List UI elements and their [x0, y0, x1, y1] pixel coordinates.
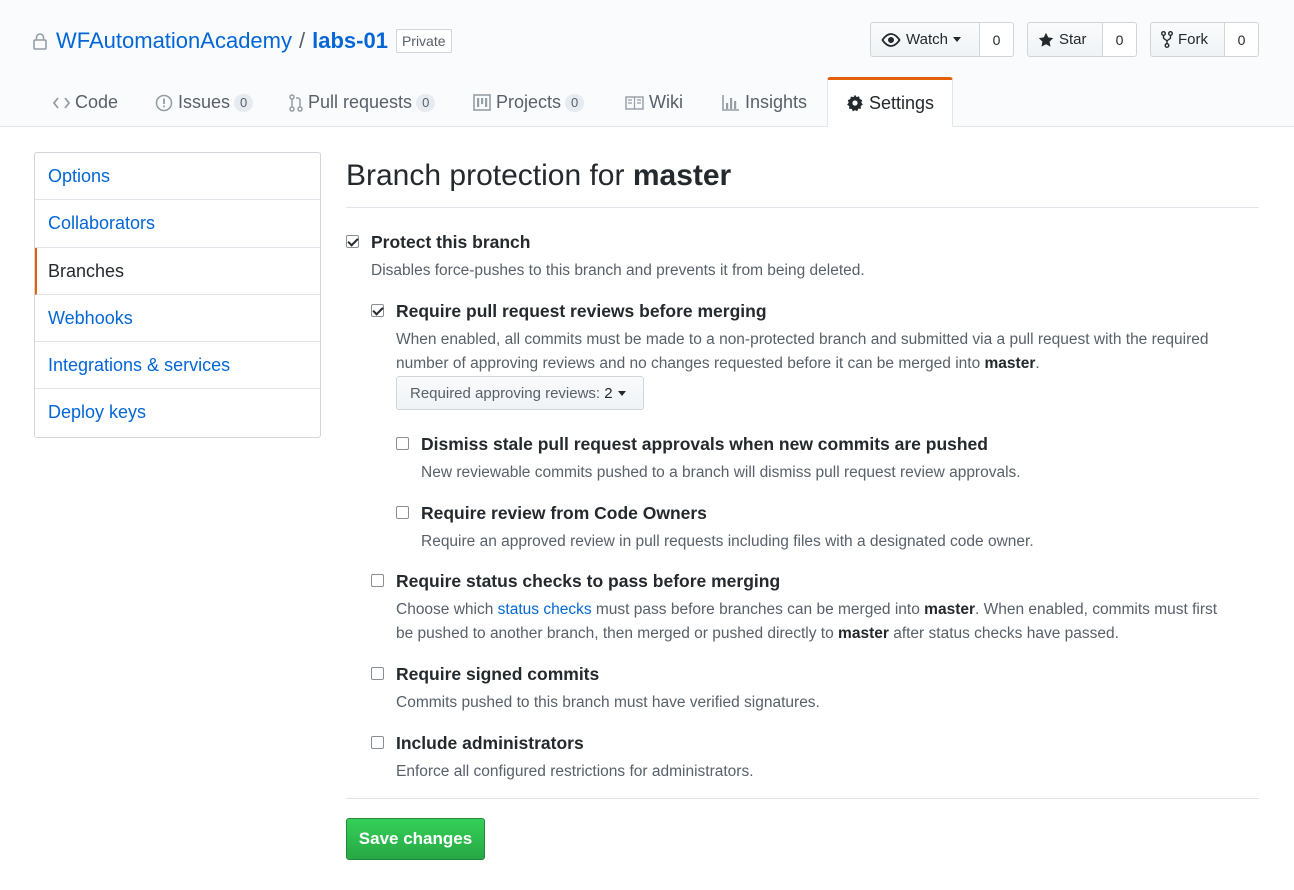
tab-insights[interactable]: Insights [722, 78, 807, 127]
option-label: Include administrators [396, 733, 584, 753]
sidebar-item-branches[interactable]: Branches [35, 247, 320, 295]
star-icon [1038, 32, 1054, 47]
tab-label: Settings [869, 92, 935, 113]
gear-icon [846, 94, 864, 112]
chevron-down-icon [952, 37, 961, 42]
watch-label: Watch [906, 31, 948, 48]
page-title-prefix: Branch protection for [346, 159, 625, 192]
tab-label: Insights [745, 92, 808, 112]
code-icon [53, 96, 70, 110]
option-label: Require signed commits [396, 664, 600, 684]
eye-icon [881, 32, 901, 47]
page-subhead: Branch protection for master [346, 152, 1259, 208]
tab-settings[interactable]: Settings [827, 77, 954, 127]
tab-wiki[interactable]: Wiki [625, 78, 683, 127]
lock-icon [33, 32, 47, 50]
pull-requests-counter: 0 [416, 93, 436, 112]
option-note: Enforce all configured restrictions for … [396, 763, 754, 780]
star-count[interactable]: 0 [1103, 22, 1137, 57]
watch-button[interactable]: Watch [870, 22, 980, 57]
sidebar-item-webhooks[interactable]: Webhooks [35, 295, 320, 343]
note-text: Choose which [396, 601, 494, 618]
option-note: Commits pushed to this branch must have … [396, 694, 820, 711]
tab-issues[interactable]: Issues 0 [155, 78, 254, 127]
tab-label: Wiki [649, 92, 683, 112]
graph-icon [722, 94, 740, 111]
status-checks-link[interactable]: status checks [498, 601, 592, 618]
projects-counter: 0 [565, 93, 585, 112]
issue-icon [155, 94, 173, 112]
tab-projects[interactable]: Projects 0 [473, 78, 585, 127]
note-branch: master [924, 601, 976, 618]
code-owners-checkbox[interactable] [396, 506, 409, 519]
note-text: be pushed to another branch, then merged… [396, 625, 834, 642]
option-label: Require status checks to pass before mer… [396, 571, 781, 591]
note-text: must pass before branches can be merged … [595, 601, 920, 618]
note-text: after status checks have passed. [893, 625, 1119, 642]
select-prefix: Required approving reviews: [410, 384, 601, 402]
repo-name-link[interactable]: labs-01 [312, 28, 388, 54]
repo-owner-link[interactable]: WFAutomationAcademy [56, 28, 292, 54]
option-note: When enabled, all commits must be made t… [396, 328, 1208, 376]
fork-button[interactable]: Fork [1150, 22, 1225, 57]
fork-label: Fork [1178, 31, 1208, 48]
note-punct: . [1035, 355, 1040, 372]
note-line: When enabled, all commits must be made t… [396, 331, 1209, 348]
fork-icon [1161, 31, 1173, 48]
status-checks-checkbox[interactable] [371, 574, 384, 587]
sidebar-item-deploy-keys[interactable]: Deploy keys [35, 389, 320, 436]
page-title-branch: master [632, 159, 732, 192]
divider [346, 798, 1259, 799]
protect-branch-checkbox[interactable] [346, 235, 359, 248]
issues-counter: 0 [234, 93, 254, 112]
include-admins-checkbox[interactable] [371, 736, 384, 749]
page-title: Branch protection for master [346, 152, 1259, 193]
option-label: Require pull request reviews before merg… [396, 301, 767, 321]
tab-pull-requests[interactable]: Pull requests 0 [289, 78, 436, 127]
select-value: 2 [604, 384, 613, 402]
sidebar-item-integrations[interactable]: Integrations & services [35, 342, 320, 390]
sidebar-item-options[interactable]: Options [35, 153, 320, 201]
settings-sidebar: Options Collaborators Branches Webhooks … [34, 152, 321, 438]
tab-label: Code [75, 92, 119, 112]
tab-label: Issues [178, 92, 231, 112]
chevron-down-icon [617, 390, 626, 396]
path-separator: / [298, 28, 306, 53]
note-text: . When enabled, commits must first [975, 601, 1218, 618]
option-label: Require review from Code Owners [421, 503, 707, 523]
book-icon [625, 95, 644, 110]
require-reviews-checkbox[interactable] [371, 304, 384, 317]
watch-count[interactable]: 0 [980, 22, 1014, 57]
repo-header: WFAutomationAcademy / labs-01 Private Wa… [0, 0, 1294, 127]
option-label: Dismiss stale pull request approvals whe… [421, 434, 988, 454]
note-branch: master [838, 625, 889, 642]
tab-label: Projects [496, 92, 562, 112]
repo-title: WFAutomationAcademy / labs-01 Private [33, 26, 452, 56]
dismiss-stale-checkbox[interactable] [396, 437, 409, 450]
star-group: Star 0 [1027, 22, 1137, 57]
signed-commits-checkbox[interactable] [371, 667, 384, 680]
option-note: Choose which status checks must pass bef… [396, 598, 1217, 646]
project-icon [473, 94, 491, 111]
pull-request-icon [289, 93, 303, 112]
save-changes-button[interactable]: Save changes [346, 818, 485, 860]
watch-group: Watch 0 [870, 22, 1014, 57]
main-content: Branch protection for master [346, 152, 1259, 208]
approving-reviews-select[interactable]: Required approving reviews: 2 [396, 376, 644, 410]
tab-label: Pull requests [308, 92, 413, 112]
star-label: Star [1059, 31, 1087, 48]
option-note: Require an approved review in pull reque… [421, 533, 1034, 550]
sidebar-item-collaborators[interactable]: Collaborators [35, 200, 320, 248]
option-label: Protect this branch [371, 232, 531, 252]
note-line: number of approving reviews and no chang… [396, 355, 981, 372]
star-button[interactable]: Star [1027, 22, 1103, 57]
tab-code[interactable]: Code [53, 78, 118, 127]
fork-count[interactable]: 0 [1225, 22, 1259, 57]
note-branch: master [984, 355, 1036, 372]
option-note: Disables force-pushes to this branch and… [371, 262, 865, 279]
fork-group: Fork 0 [1150, 22, 1259, 57]
private-badge: Private [395, 29, 452, 53]
option-note: New reviewable commits pushed to a branc… [421, 464, 1021, 481]
